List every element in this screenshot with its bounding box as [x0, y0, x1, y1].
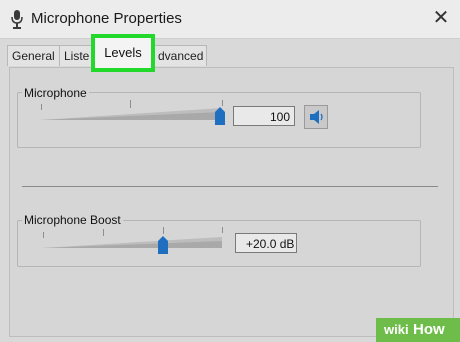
microphone-slider-tick — [41, 104, 42, 110]
wikihow-watermark: wiki How — [376, 318, 460, 342]
boost-slider-thumb[interactable] — [158, 236, 168, 254]
speaker-icon — [310, 110, 323, 124]
boost-slider-track[interactable] — [42, 235, 222, 251]
title-bar: Microphone Properties ✕ — [0, 0, 460, 39]
watermark-text-wiki: wiki — [384, 322, 409, 337]
microphone-slider-tick — [130, 100, 131, 108]
tab-general[interactable]: General — [7, 45, 60, 66]
boost-slider-tick — [103, 229, 104, 236]
tab-advanced-label: dvanced — [158, 49, 204, 63]
boost-slider-tick — [43, 232, 44, 238]
microphone-icon — [11, 10, 23, 29]
watermark-text-how: How — [413, 321, 445, 338]
microphone-boost-label: Microphone Boost — [22, 213, 123, 227]
microphone-mute-button[interactable] — [304, 105, 328, 129]
boost-slider-tick — [222, 227, 223, 233]
tab-strip: General Liste dvanced — [0, 38, 460, 68]
boost-level-field[interactable]: +20.0 dB — [235, 233, 297, 253]
microphone-level-field[interactable]: 100 — [233, 106, 295, 126]
microphone-slider-thumb[interactable] — [215, 107, 225, 125]
boost-slider-tick — [163, 227, 164, 234]
microphone-slider-tick — [222, 100, 223, 106]
window-title: Microphone Properties — [31, 10, 182, 27]
microphone-slider-track[interactable] — [40, 106, 222, 122]
microphone-label: Microphone — [22, 86, 89, 100]
tab-levels[interactable]: Levels — [91, 34, 155, 72]
close-icon[interactable]: ✕ — [430, 6, 452, 30]
section-divider — [22, 186, 438, 187]
tab-levels-label: Levels — [95, 38, 151, 68]
